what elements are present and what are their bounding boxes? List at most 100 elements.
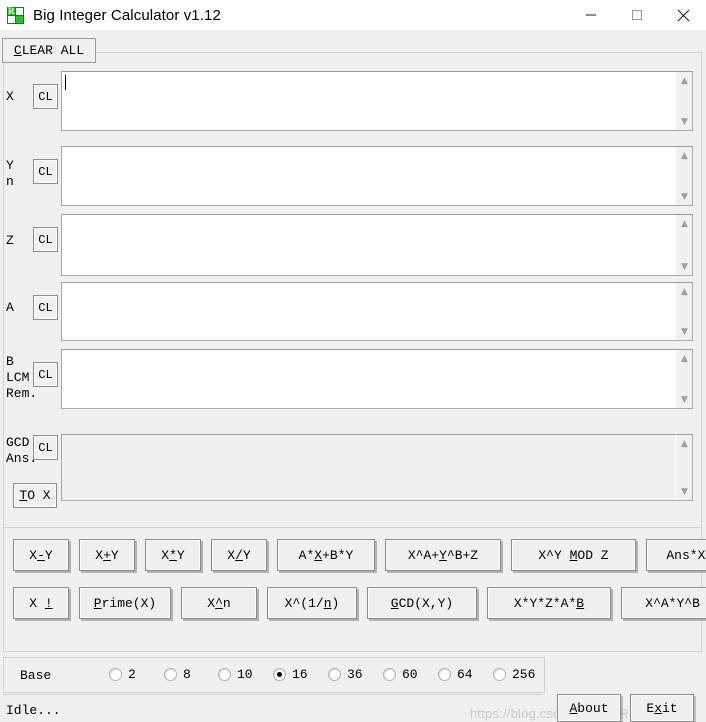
output-field-gcd[interactable]: ▲ ▼ — [61, 434, 693, 501]
scroll-down-icon[interactable]: ▼ — [676, 483, 692, 500]
scroll-down-icon[interactable]: ▼ — [676, 188, 692, 205]
exit-button[interactable]: Ex it — [630, 694, 694, 722]
clear-button-b[interactable]: CL — [33, 362, 58, 387]
base-radio-label: 60 — [402, 667, 418, 682]
maximize-icon — [632, 10, 642, 20]
field-label-b-line2: LCM — [6, 370, 30, 385]
input-field-b[interactable]: ▲ ▼ — [61, 349, 693, 409]
window-title: Big Integer Calculator v1.12 — [33, 6, 221, 24]
scrollbar-gcd[interactable]: ▲ ▼ — [675, 435, 692, 500]
exit-label-start: E — [646, 700, 655, 716]
op-accel: - — [37, 547, 45, 563]
radio-circle-icon — [109, 668, 122, 681]
base-label: Base — [20, 668, 52, 683]
op-accel: ! — [44, 595, 53, 611]
scroll-up-icon[interactable]: ▲ — [676, 283, 692, 300]
scroll-down-icon[interactable]: ▼ — [676, 391, 692, 408]
op-button-x-pow-n[interactable]: X ^ n — [181, 587, 257, 619]
op-label: X — [29, 547, 38, 563]
base-radio-label: 10 — [237, 667, 253, 682]
operations-panel: X-Y X + Y X * Y X / Y A* X +B*Y X^A+ Y ^B+Z X^Y MO… — [3, 527, 706, 652]
base-radio-label: 36 — [347, 667, 363, 682]
op-button-x-times-y[interactable]: X * Y — [145, 539, 201, 571]
title-bar: R Big Integer Calculator v1.12 — [0, 0, 706, 30]
op-label-rest: Y — [44, 547, 53, 563]
op-button-x-plus-y[interactable]: X + Y — [79, 539, 135, 571]
scrollbar-y[interactable]: ▲ ▼ — [675, 147, 692, 205]
op-accel: Y — [439, 547, 447, 563]
scroll-up-icon[interactable]: ▲ — [676, 72, 692, 89]
scrollbar-b[interactable]: ▲ ▼ — [675, 350, 692, 408]
op-button-xa-yb-mod-z[interactable]: X^A*Y^B MOD Z — [621, 587, 706, 619]
op-label-rest: Y — [242, 547, 251, 563]
op-label: X^A*Y^B M — [645, 595, 700, 611]
clear-all-button[interactable]: C LEAR ALL — [2, 38, 96, 63]
scroll-up-icon[interactable]: ▲ — [676, 435, 692, 452]
field-label-a: A — [6, 300, 14, 315]
op-button-ax-plus-by[interactable]: A* X +B*Y — [277, 539, 375, 571]
radio-circle-icon — [328, 668, 341, 681]
clear-button-a[interactable]: CL — [33, 295, 58, 320]
field-label-gcd-line1: GCD — [6, 435, 30, 450]
op-label-rest: rime(X) — [101, 595, 157, 611]
base-radio-8[interactable]: 8 — [164, 667, 191, 682]
scroll-down-icon[interactable]: ▼ — [676, 323, 692, 340]
base-radio-10[interactable]: 10 — [218, 667, 253, 682]
to-x-button[interactable]: TO X — [13, 483, 57, 508]
scroll-up-icon[interactable]: ▲ — [676, 350, 692, 367]
op-label-rest: Y — [110, 547, 119, 563]
op-button-x-minus-y[interactable]: X-Y — [13, 539, 69, 571]
base-radio-256[interactable]: 256 — [493, 667, 535, 682]
scroll-down-icon[interactable]: ▼ — [676, 258, 692, 275]
base-radio-36[interactable]: 36 — [328, 667, 363, 682]
op-button-xy-mod-z[interactable]: X^Y M OD Z — [511, 539, 636, 571]
op-button-product-xyzab[interactable]: X*Y*Z*A* B — [487, 587, 611, 619]
op-button-nth-root[interactable]: X^(1/n) — [267, 587, 357, 619]
clear-button-z[interactable]: CL — [33, 227, 58, 252]
scroll-up-icon[interactable]: ▲ — [676, 147, 692, 164]
about-button[interactable]: About — [557, 694, 621, 722]
base-radio-16[interactable]: 16 — [273, 667, 308, 682]
minimize-button[interactable] — [568, 0, 614, 30]
input-field-y[interactable]: ▲ ▼ — [61, 146, 693, 206]
clear-all-label-rest: LEAR ALL — [21, 43, 85, 58]
op-label: Ans*X =Y MO — [666, 547, 706, 563]
input-field-a[interactable]: ▲ ▼ — [61, 282, 693, 341]
radio-circle-icon — [218, 668, 231, 681]
to-x-accel: T — [19, 488, 28, 503]
scrollbar-x[interactable]: ▲ ▼ — [675, 72, 692, 130]
scroll-down-icon[interactable]: ▼ — [676, 113, 692, 130]
clear-button-y[interactable]: CL — [33, 159, 58, 184]
op-button-prime[interactable]: Prime(X) — [79, 587, 171, 619]
base-radio-2[interactable]: 2 — [109, 667, 136, 682]
op-label: X^A+ — [407, 547, 440, 563]
op-label: X — [29, 595, 45, 611]
op-accel: n — [323, 595, 332, 611]
op-button-gcd[interactable]: G CD(X,Y) — [367, 587, 477, 619]
base-radio-label: 16 — [292, 667, 308, 682]
op-button-ansx-eq-y-mod-z[interactable]: Ans*X =Y MOD Z — [646, 539, 706, 571]
op-label-rest: ) — [331, 595, 340, 611]
base-radio-60[interactable]: 60 — [383, 667, 418, 682]
clear-button-gcd[interactable]: CL — [33, 435, 58, 460]
field-label-y-line2: n — [6, 174, 14, 189]
radio-circle-icon — [164, 668, 177, 681]
op-button-factorial[interactable]: X ! — [13, 587, 69, 619]
scroll-up-icon[interactable]: ▲ — [676, 215, 692, 232]
field-label-y: Yn — [6, 158, 14, 190]
field-label-x: X — [6, 89, 14, 104]
close-button[interactable] — [660, 0, 706, 30]
op-button-x-div-y[interactable]: X / Y — [211, 539, 267, 571]
input-field-z[interactable]: ▲ ▼ — [61, 214, 693, 276]
base-radio-64[interactable]: 64 — [438, 667, 473, 682]
op-accel: / — [235, 547, 243, 563]
op-button-xa-plus-yb-plus-z[interactable]: X^A+ Y ^B+Z — [385, 539, 501, 571]
scrollbar-a[interactable]: ▲ ▼ — [675, 283, 692, 340]
clear-button-x[interactable]: CL — [33, 84, 58, 109]
scrollbar-z[interactable]: ▲ ▼ — [675, 215, 692, 275]
status-text: Idle... — [6, 703, 61, 718]
input-field-x[interactable]: ▲ ▼ — [61, 71, 693, 131]
base-group: Base 2 8 10 16 36 60 64 256 — [3, 657, 545, 693]
op-label: X — [227, 547, 236, 563]
maximize-button[interactable] — [614, 0, 660, 30]
